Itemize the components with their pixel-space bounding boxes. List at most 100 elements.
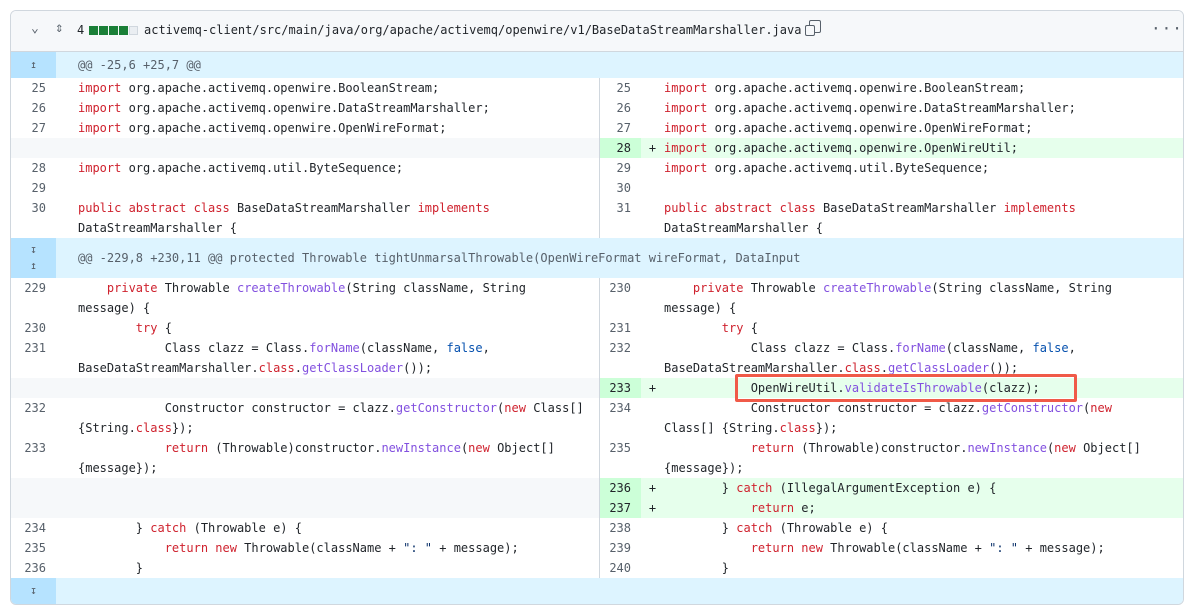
line-number-right[interactable]: 239 <box>598 538 641 558</box>
diff-marker-left <box>56 538 78 558</box>
kebab-icon[interactable]: ··· <box>1151 19 1183 38</box>
code-token: }); <box>815 421 838 435</box>
hunk-header: ↥ @@ -25,6 +25,7 @@ <box>11 52 1183 78</box>
copy-icon[interactable] <box>805 20 821 36</box>
expand-down-icon[interactable]: ↧ <box>30 584 37 597</box>
diff-marker-right <box>641 558 664 578</box>
line-number-left[interactable]: 230 <box>11 318 56 338</box>
line-number-left[interactable]: 231 <box>11 338 56 378</box>
code-token: (Throwable e) { <box>772 521 888 535</box>
expand-button[interactable]: ↧ <box>11 578 56 604</box>
line-number-left[interactable]: 29 <box>11 178 56 198</box>
line-number-left[interactable]: 27 <box>11 118 56 138</box>
code-left: private Throwable createThrowable(String… <box>78 278 599 318</box>
line-number-right[interactable]: 236 <box>598 478 641 498</box>
diff-marker-left <box>56 118 78 138</box>
code-token: class <box>844 361 881 375</box>
diff-marker-right <box>641 518 664 538</box>
line-number-right[interactable]: 231 <box>598 318 641 338</box>
code-token: return <box>164 441 209 455</box>
diff-row: 30 public abstract class BaseDataStreamMa… <box>11 198 1183 238</box>
line-number-right[interactable]: 238 <box>598 518 641 538</box>
diffstat-block <box>119 26 128 35</box>
line-number-right[interactable]: 31 <box>598 198 641 238</box>
line-number-left[interactable]: 232 <box>11 398 56 438</box>
line-number-left[interactable]: 25 <box>11 78 56 98</box>
line-number-left[interactable]: 26 <box>11 98 56 118</box>
line-number-right[interactable]: 25 <box>598 78 641 98</box>
code-token: } <box>664 481 737 495</box>
code-right: import org.apache.activemq.openwire.Bool… <box>664 78 1183 98</box>
diff-row: 237 + return e; <box>11 498 1183 518</box>
line-number-left[interactable]: 28 <box>11 158 56 178</box>
line-number-right[interactable]: 29 <box>598 158 641 178</box>
code-token: { <box>157 321 172 335</box>
line-number-right[interactable]: 232 <box>598 338 641 378</box>
unfold-icon[interactable]: ⇕ <box>55 20 63 36</box>
code-left <box>78 478 599 498</box>
code-right: private Throwable createThrowable(String… <box>664 278 1183 318</box>
code-token: import <box>664 121 708 135</box>
line-number-left[interactable] <box>11 478 56 498</box>
code-right: OpenWireUtil.validateIsThrowable(clazz); <box>664 378 1183 398</box>
diff-marker-left <box>56 498 78 518</box>
hunk-header: ↧ ↥ @@ -229,8 +230,11 @@ protected Throwab… <box>11 238 1183 278</box>
line-number-left[interactable]: 235 <box>11 538 56 558</box>
expand-button[interactable]: ↧ ↥ <box>11 238 56 278</box>
diffstat-block <box>109 26 118 35</box>
expand-down-icon[interactable]: ↧ <box>30 243 37 256</box>
line-number-right[interactable]: 26 <box>598 98 641 118</box>
code-token: createThrowable <box>822 281 932 295</box>
code-token: + message); <box>432 541 519 555</box>
code-token: public abstract class <box>78 201 230 215</box>
line-number-left[interactable] <box>11 378 56 398</box>
code-token: ": " <box>403 541 433 555</box>
diff-marker-right <box>641 98 664 118</box>
expand-up-icon[interactable]: ↥ <box>30 259 37 272</box>
diff-marker-right <box>641 398 664 438</box>
line-number-right[interactable]: 230 <box>598 278 641 318</box>
file-path[interactable]: activemq-client/src/main/java/org/apache… <box>144 23 801 37</box>
chevron-down-icon[interactable]: ⌄ <box>31 21 39 36</box>
code-token: getClassLoader <box>301 361 404 375</box>
diff-row: 232 Constructor constructor = clazz.getC… <box>11 398 1183 438</box>
code-token: (IllegalArgumentException e) { <box>772 481 997 495</box>
line-number-right[interactable]: 240 <box>598 558 641 578</box>
code-token: (className, <box>945 341 1033 355</box>
diff-marker-left <box>56 98 78 118</box>
line-number-right[interactable]: 27 <box>598 118 641 138</box>
code-right: import org.apache.activemq.openwire.Data… <box>664 98 1183 118</box>
line-number-right[interactable]: 28 <box>598 138 641 158</box>
code-left: import org.apache.activemq.openwire.Data… <box>78 98 599 118</box>
line-number-right[interactable]: 234 <box>598 398 641 438</box>
line-number-left[interactable]: 236 <box>11 558 56 578</box>
code-token: new <box>1090 401 1112 415</box>
line-number-right[interactable]: 237 <box>598 498 641 518</box>
line-number-left[interactable]: 233 <box>11 438 56 478</box>
line-number-left[interactable] <box>11 138 56 158</box>
line-number-right[interactable]: 30 <box>598 178 641 198</box>
code-left <box>78 178 599 198</box>
line-number-left[interactable]: 234 <box>11 518 56 538</box>
diff-marker-left <box>56 558 78 578</box>
code-right: return new Throwable(className + ": " + … <box>664 538 1183 558</box>
expand-up-icon[interactable]: ↥ <box>30 58 37 71</box>
hunk-header-text <box>56 578 1183 604</box>
line-number-left[interactable]: 30 <box>11 198 56 238</box>
code-token: class <box>258 361 295 375</box>
hunk-header-text: @@ -25,6 +25,7 @@ <box>56 52 1183 78</box>
line-number-left[interactable] <box>11 498 56 518</box>
code-token: org.apache.activemq.openwire.DataStreamM… <box>707 101 1076 115</box>
diffstat-block <box>89 26 98 35</box>
line-number-right[interactable]: 235 <box>598 438 641 478</box>
line-number-left[interactable]: 229 <box>11 278 56 318</box>
code-token: false <box>1032 341 1069 355</box>
line-number-right[interactable]: 233 <box>598 378 641 398</box>
expand-button[interactable]: ↥ <box>11 52 56 78</box>
code-token: catch <box>736 481 773 495</box>
code-token: private <box>692 281 744 295</box>
diff-row: 231 Class clazz = Class.forName(classNam… <box>11 338 1183 378</box>
code-token: (Throwable e) { <box>186 521 302 535</box>
